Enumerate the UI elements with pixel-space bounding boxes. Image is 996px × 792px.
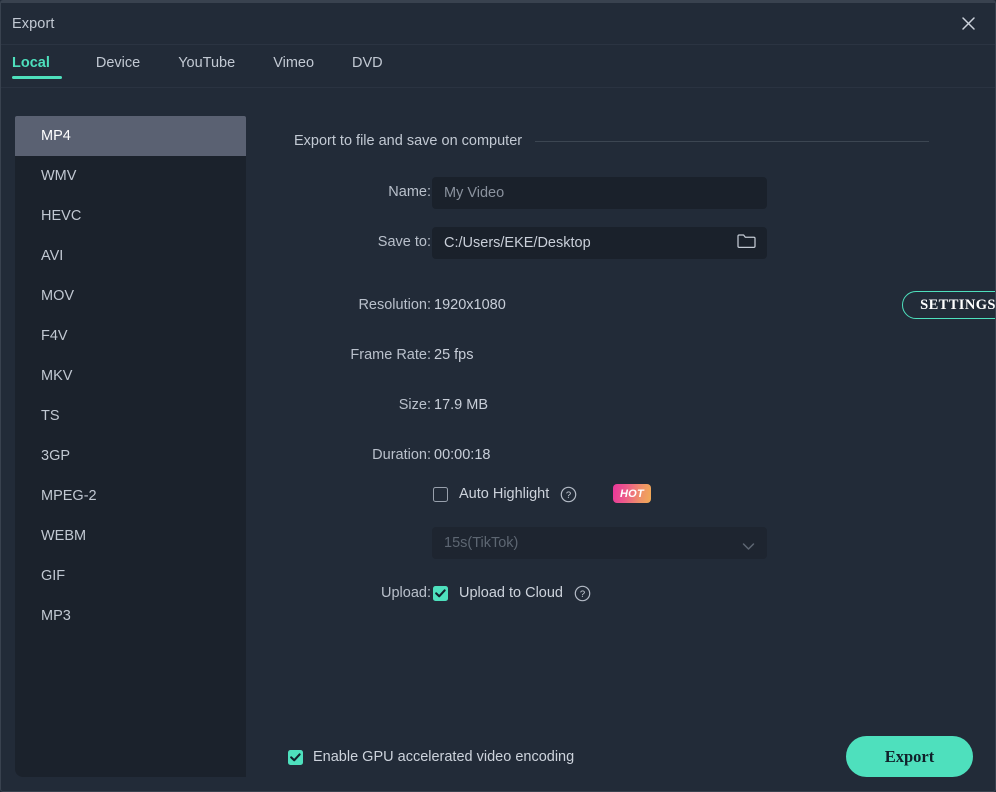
format-label: MKV <box>41 368 72 384</box>
tab-dvd-label: DVD <box>352 55 383 71</box>
format-label: AVI <box>41 248 63 264</box>
upload-to-cloud-label: Upload to Cloud <box>459 585 563 601</box>
tab-device-label: Device <box>96 55 140 71</box>
tab-youtube[interactable]: YouTube <box>166 45 247 88</box>
tab-local[interactable]: Local <box>12 45 62 88</box>
format-item-webm[interactable]: WEBM <box>15 516 246 556</box>
format-label: WEBM <box>41 528 86 544</box>
format-item-gif[interactable]: GIF <box>15 556 246 596</box>
tab-bar: Local Device YouTube Vimeo DVD <box>1 45 995 88</box>
name-input[interactable]: My Video <box>432 177 767 209</box>
format-label: WMV <box>41 168 76 184</box>
resolution-value: 1920x1080 <box>434 297 506 313</box>
close-icon <box>961 16 976 31</box>
duration-row: Duration: 00:00:18 <box>246 443 995 467</box>
dialog-title: Export <box>12 16 55 32</box>
settings-button-label: SETTINGS <box>920 297 996 314</box>
format-label: 3GP <box>41 448 70 464</box>
upload-control: Upload to Cloud ? <box>433 585 591 602</box>
format-label: F4V <box>41 328 68 344</box>
frame-rate-label: Frame Rate: <box>286 347 431 363</box>
format-label: GIF <box>41 568 65 584</box>
auto-highlight-row: HOT Auto Highlight ? <box>246 483 995 505</box>
format-item-mp3[interactable]: MP3 <box>15 596 246 636</box>
duration-value: 00:00:18 <box>434 447 490 463</box>
format-label: MP4 <box>41 128 71 144</box>
svg-text:?: ? <box>580 589 585 600</box>
hot-badge-label: HOT <box>620 488 644 500</box>
tab-local-label: Local <box>12 55 50 71</box>
format-label: MP3 <box>41 608 71 624</box>
format-item-f4v[interactable]: F4V <box>15 316 246 356</box>
format-label: HEVC <box>41 208 81 224</box>
auto-highlight-label: Auto Highlight <box>459 486 549 502</box>
frame-rate-value: 25 fps <box>434 347 474 363</box>
gpu-acceleration-row: Enable GPU accelerated video encoding <box>288 749 574 765</box>
format-item-avi[interactable]: AVI <box>15 236 246 276</box>
format-item-mkv[interactable]: MKV <box>15 356 246 396</box>
folder-icon <box>737 233 756 253</box>
titlebar: Export <box>1 3 995 45</box>
format-label: MPEG-2 <box>41 488 97 504</box>
gpu-acceleration-label: Enable GPU accelerated video encoding <box>313 749 574 765</box>
export-settings-panel: Export to file and save on computer Name… <box>246 116 995 791</box>
size-value: 17.9 MB <box>434 397 488 413</box>
section-header-divider <box>535 141 929 142</box>
section-header-label: Export to file and save on computer <box>294 133 522 149</box>
tab-dvd[interactable]: DVD <box>340 45 395 88</box>
format-item-ts[interactable]: TS <box>15 396 246 436</box>
format-item-mp4[interactable]: MP4 <box>15 116 246 156</box>
highlight-length-value: 15s(TikTok) <box>444 535 518 551</box>
auto-highlight-checkbox[interactable] <box>433 487 448 502</box>
resolution-row: Resolution: 1920x1080 SETTINGS <box>246 293 995 317</box>
duration-label: Duration: <box>286 447 431 463</box>
format-item-hevc[interactable]: HEVC <box>15 196 246 236</box>
gpu-acceleration-checkbox[interactable] <box>288 750 303 765</box>
size-label: Size: <box>286 397 431 413</box>
export-button-label: Export <box>885 747 935 767</box>
format-item-mpeg2[interactable]: MPEG-2 <box>15 476 246 516</box>
svg-text:?: ? <box>566 490 571 501</box>
tab-vimeo-label: Vimeo <box>273 55 314 71</box>
browse-folder-button[interactable] <box>733 232 759 254</box>
tab-vimeo[interactable]: Vimeo <box>261 45 326 88</box>
format-list-sidebar: MP4 WMV HEVC AVI MOV F4V MKV TS 3GP MPEG… <box>15 116 246 777</box>
close-button[interactable] <box>945 3 991 44</box>
format-item-3gp[interactable]: 3GP <box>15 436 246 476</box>
highlight-length-select[interactable]: 15s(TikTok) <box>432 527 767 559</box>
upload-row: Upload: Upload to Cloud ? <box>246 582 995 604</box>
resolution-label: Resolution: <box>286 297 431 313</box>
auto-highlight-control: Auto Highlight ? <box>433 486 577 503</box>
format-label: MOV <box>41 288 74 304</box>
name-label: Name: <box>286 184 431 200</box>
name-input-placeholder: My Video <box>444 185 504 201</box>
format-item-wmv[interactable]: WMV <box>15 156 246 196</box>
save-to-label: Save to: <box>286 234 431 250</box>
export-button[interactable]: Export <box>846 736 973 777</box>
upload-help-icon[interactable]: ? <box>574 585 591 602</box>
tab-device[interactable]: Device <box>84 45 152 88</box>
tab-youtube-label: YouTube <box>178 55 235 71</box>
save-to-input[interactable]: C:/Users/EKE/Desktop <box>432 227 767 259</box>
upload-label: Upload: <box>286 585 431 601</box>
format-label: TS <box>41 408 60 424</box>
upload-to-cloud-checkbox[interactable] <box>433 586 448 601</box>
auto-highlight-help-icon[interactable]: ? <box>560 486 577 503</box>
frame-rate-row: Frame Rate: 25 fps <box>246 343 995 367</box>
export-dialog: Export Local Device YouTube Vimeo DVD MP… <box>0 0 996 792</box>
hot-badge: HOT <box>613 484 651 503</box>
save-to-value: C:/Users/EKE/Desktop <box>444 235 591 251</box>
chevron-down-icon <box>742 538 755 556</box>
settings-button[interactable]: SETTINGS <box>902 291 996 319</box>
size-row: Size: 17.9 MB <box>246 393 995 417</box>
format-item-mov[interactable]: MOV <box>15 276 246 316</box>
section-header: Export to file and save on computer <box>294 133 929 149</box>
